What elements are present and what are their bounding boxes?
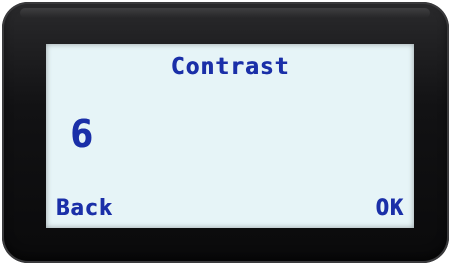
lcd-screen: Contrast 6 Back OK — [46, 44, 414, 228]
device-bezel: Contrast 6 Back OK — [2, 2, 449, 263]
menu-title: Contrast — [170, 54, 290, 80]
ok-softkey[interactable]: OK — [376, 196, 405, 221]
bezel-highlight — [20, 8, 430, 18]
back-softkey[interactable]: Back — [56, 196, 113, 221]
contrast-value: 6 — [70, 112, 94, 156]
